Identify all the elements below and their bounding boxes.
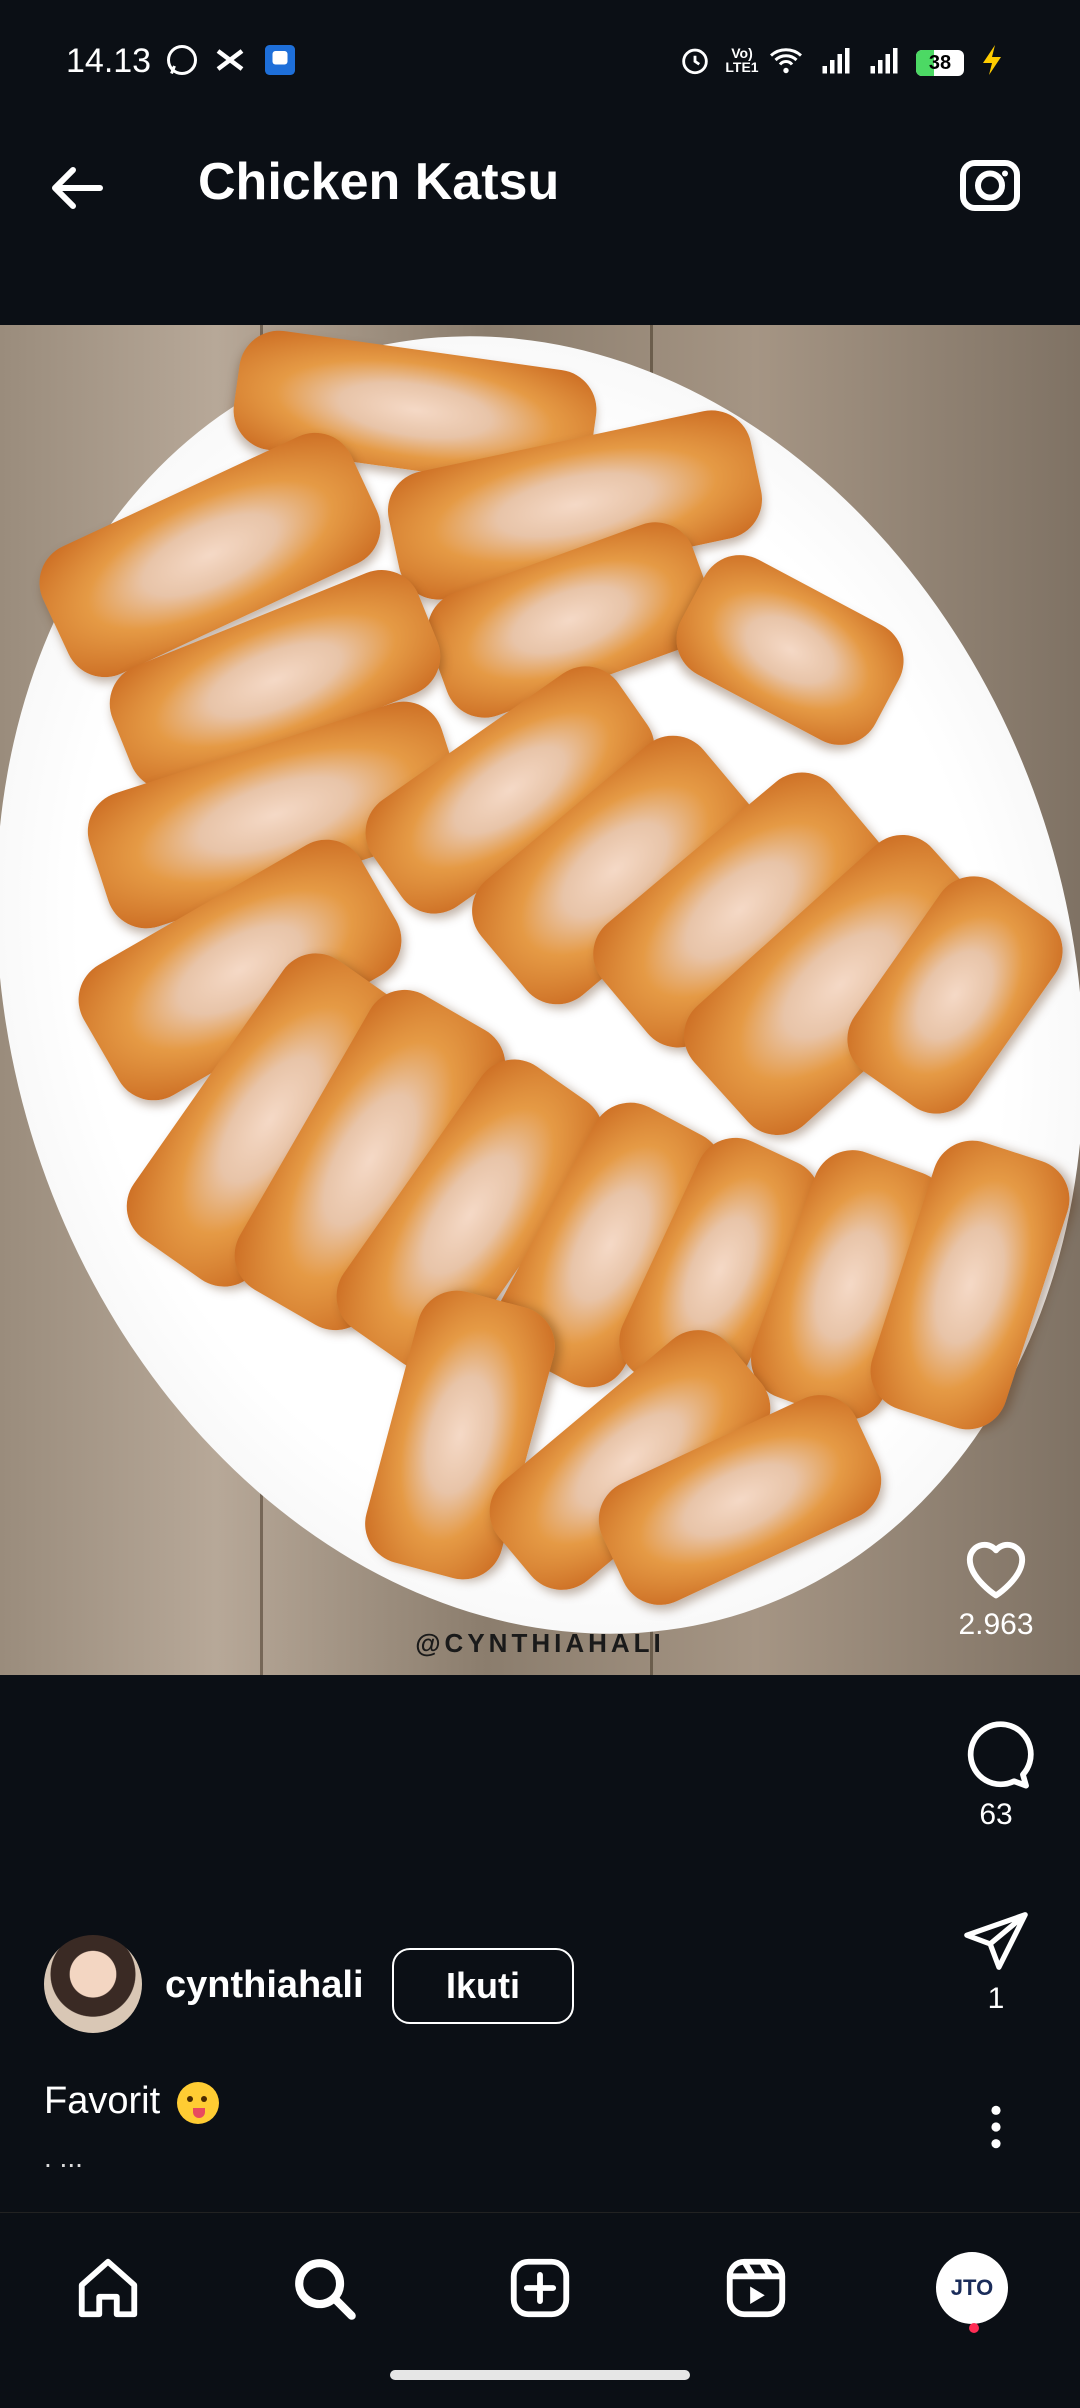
- post-image[interactable]: @CYNTHIAHALI: [0, 325, 1080, 1675]
- more-vertical-icon: [991, 2105, 1001, 2149]
- whatsapp-icon: [164, 42, 200, 78]
- battery-indicator: 38: [916, 50, 964, 76]
- nav-home[interactable]: [68, 2248, 148, 2328]
- capcut-icon: [212, 42, 248, 78]
- author-username[interactable]: cynthiahali: [165, 1964, 364, 2007]
- like-count: 2.963: [958, 1608, 1034, 1641]
- back-button[interactable]: [40, 152, 112, 224]
- back-arrow-icon: [52, 167, 103, 209]
- camera-button[interactable]: [954, 148, 1026, 220]
- create-post-icon: [510, 2258, 570, 2318]
- more-options-button[interactable]: [946, 2102, 1046, 2152]
- image-watermark: @CYNTHIAHALI: [415, 1628, 665, 1658]
- nav-reels[interactable]: [716, 2248, 796, 2328]
- comment-count: 63: [979, 1798, 1013, 1831]
- comment-button[interactable]: 63: [946, 1716, 1046, 1832]
- battery-level: 38: [928, 51, 952, 74]
- caption-more[interactable]: . ...: [44, 2142, 83, 2174]
- nav-search[interactable]: [284, 2248, 364, 2328]
- home-icon: [78, 2258, 138, 2318]
- bottom-nav: JTO: [0, 2212, 1080, 2353]
- like-button[interactable]: 2.963: [946, 1530, 1046, 1642]
- post-caption[interactable]: Favorit: [44, 2080, 219, 2124]
- status-time: 14.13: [66, 42, 152, 80]
- nav-create[interactable]: [500, 2248, 580, 2328]
- nav-profile[interactable]: JTO: [932, 2248, 1012, 2328]
- share-button[interactable]: 1: [946, 1906, 1046, 2016]
- alarm-icon: [678, 42, 712, 78]
- follow-button[interactable]: Ikuti: [392, 1948, 574, 2024]
- profile-avatar: JTO: [936, 2252, 1008, 2324]
- home-indicator[interactable]: [390, 2370, 690, 2380]
- page-title: Chicken Katsu: [198, 153, 560, 211]
- search-icon: [295, 2259, 356, 2320]
- comment-icon: [967, 1721, 1034, 1789]
- camera-icon: [960, 160, 1020, 211]
- status-bar: 14.13 Vo) LTE1 38: [0, 0, 1080, 100]
- notification-dot: [969, 2323, 979, 2333]
- heart-icon: [966, 1541, 1026, 1599]
- author-avatar[interactable]: [44, 1935, 142, 2033]
- share-count: 1: [987, 1982, 1005, 2015]
- signal-1-icon: [818, 42, 854, 78]
- signal-2-icon: [866, 42, 902, 78]
- wifi-icon: [768, 42, 804, 78]
- send-icon: [964, 1912, 1028, 1970]
- caption-text: Favorit: [44, 2080, 161, 2122]
- reels-icon: [726, 2258, 786, 2318]
- header: Chicken Katsu: [0, 120, 1080, 250]
- app-notification-icon: [262, 42, 298, 78]
- volte-icon: Vo) LTE1: [725, 45, 759, 75]
- yum-emoji-icon: [176, 2081, 219, 2124]
- charging-icon: [974, 42, 1010, 78]
